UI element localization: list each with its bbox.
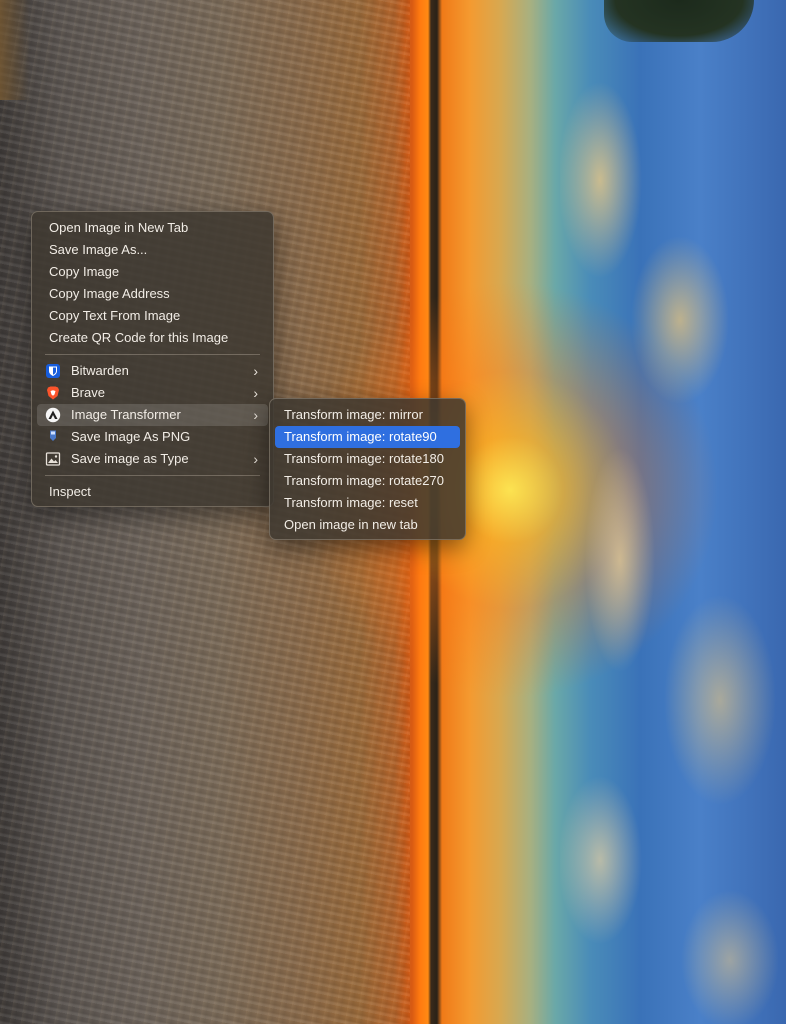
tree-silhouette <box>604 0 754 42</box>
menu-item-brave-label: Brave <box>71 385 105 400</box>
submenu-item-open-image-new-tab[interactable]: Open image in new tab <box>275 514 460 536</box>
image-transformer-submenu: Transform image: mirror Transform image:… <box>269 398 466 540</box>
post-silhouette <box>0 0 30 100</box>
image-transformer-icon <box>45 407 61 423</box>
brave-lion-icon <box>45 385 61 401</box>
submenu-item-rotate270[interactable]: Transform image: rotate270 <box>275 470 460 492</box>
menu-item-create-qr-code[interactable]: Create QR Code for this Image <box>37 327 268 349</box>
bitwarden-shield-icon <box>45 363 61 379</box>
menu-item-save-image-as-type[interactable]: Save image as Type › <box>37 448 268 470</box>
menu-separator <box>45 354 260 355</box>
menu-item-inspect[interactable]: Inspect <box>37 481 268 503</box>
menu-item-open-image-new-tab[interactable]: Open Image in New Tab <box>37 217 268 239</box>
menu-item-image-transformer-label: Image Transformer <box>71 407 181 422</box>
menu-item-save-image-as-type-label: Save image as Type <box>71 451 189 466</box>
menu-item-save-image-as-png[interactable]: Save Image As PNG <box>37 426 268 448</box>
menu-item-save-image-as[interactable]: Save Image As... <box>37 239 268 261</box>
menu-item-bitwarden-label: Bitwarden <box>71 363 129 378</box>
menu-item-save-image-as-png-label: Save Image As PNG <box>71 429 191 444</box>
menu-item-copy-image[interactable]: Copy Image <box>37 261 268 283</box>
submenu-item-rotate90[interactable]: Transform image: rotate90 <box>275 426 460 448</box>
context-menu: Open Image in New Tab Save Image As... C… <box>31 211 274 507</box>
chevron-right-icon: › <box>253 451 258 467</box>
clouds <box>560 0 786 1024</box>
submenu-item-rotate180[interactable]: Transform image: rotate180 <box>275 448 460 470</box>
menu-item-copy-image-address[interactable]: Copy Image Address <box>37 283 268 305</box>
chevron-right-icon: › <box>253 407 258 423</box>
submenu-item-mirror[interactable]: Transform image: mirror <box>275 404 460 426</box>
submenu-item-reset[interactable]: Transform image: reset <box>275 492 460 514</box>
chevron-right-icon: › <box>253 385 258 401</box>
menu-item-bitwarden[interactable]: Bitwarden › <box>37 360 268 382</box>
menu-item-brave[interactable]: Brave › <box>37 382 268 404</box>
picture-icon <box>45 451 61 467</box>
chevron-right-icon: › <box>253 363 258 379</box>
menu-item-image-transformer[interactable]: Image Transformer › <box>37 404 268 426</box>
save-png-icon <box>45 429 61 445</box>
menu-item-copy-text-from-image[interactable]: Copy Text From Image <box>37 305 268 327</box>
menu-separator <box>45 475 260 476</box>
